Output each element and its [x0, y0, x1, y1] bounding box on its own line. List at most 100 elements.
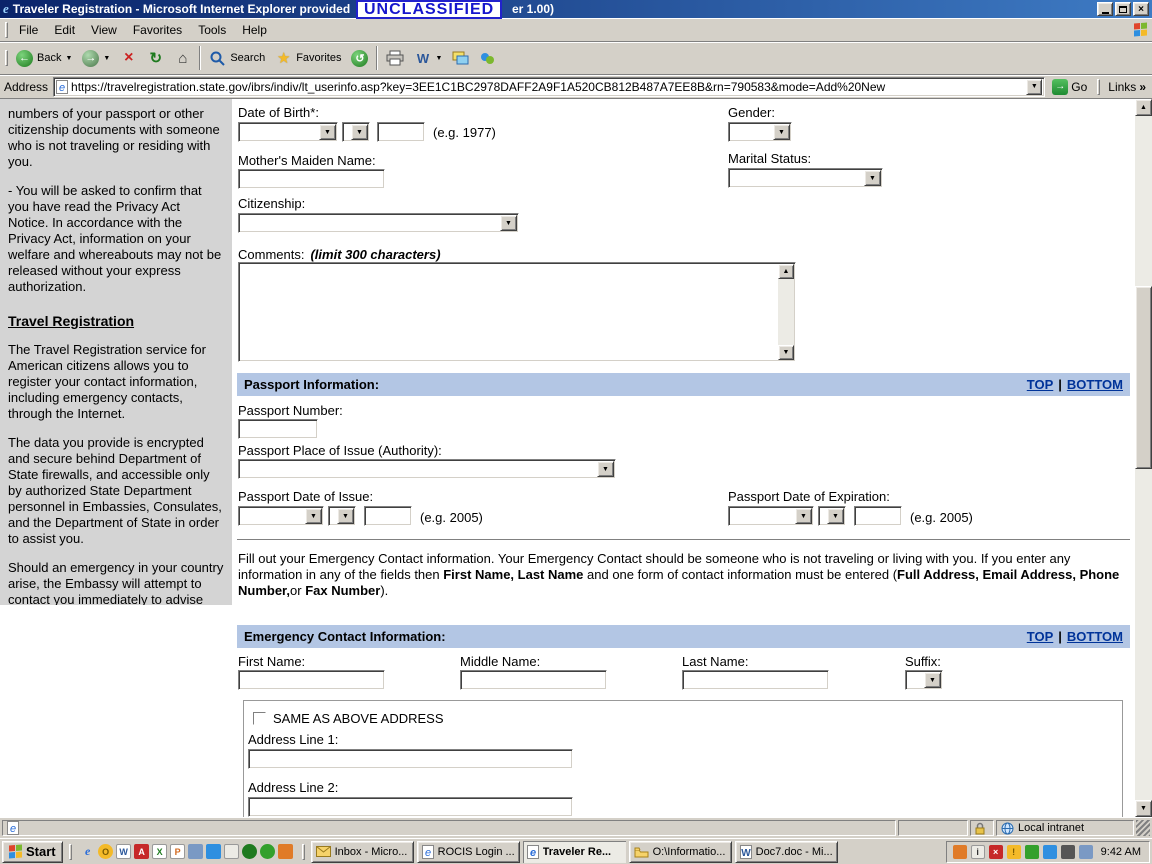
address-dropdown-button[interactable]: ▼ — [1026, 79, 1042, 95]
task-button-traveler[interactable]: e Traveler Re... — [523, 841, 626, 863]
back-button[interactable]: ← Back ▼ — [11, 44, 77, 73]
minimize-button[interactable] — [1097, 2, 1113, 16]
menu-tools[interactable]: Tools — [190, 20, 234, 40]
address-field[interactable]: e https://travelregistration.state.gov/i… — [53, 77, 1045, 97]
textarea-scrollbar[interactable]: ▲ ▼ — [778, 264, 794, 360]
tray-new-mail-icon[interactable] — [953, 845, 967, 859]
edit-with-word-button[interactable]: W ▼ — [409, 44, 447, 73]
scrollbar-track[interactable] — [1135, 116, 1152, 800]
dob-day-select[interactable]: ▼ — [342, 122, 370, 142]
intro-bold: Fax Number — [305, 583, 380, 598]
discuss-button[interactable] — [447, 44, 474, 73]
history-button[interactable]: ↺ — [346, 44, 373, 73]
page-scrollbar[interactable]: ▲ ▼ — [1135, 99, 1152, 817]
show-desktop-icon[interactable] — [188, 844, 204, 860]
resize-grip[interactable] — [1136, 820, 1150, 836]
taskbar-grip[interactable] — [69, 844, 72, 860]
passport-expiration-day-select[interactable]: ▼ — [818, 506, 846, 526]
chevron-down-icon[interactable]: ▼ — [435, 55, 442, 62]
passport-expiration-year-input[interactable] — [854, 506, 902, 526]
scroll-up-button[interactable]: ▲ — [778, 264, 794, 279]
tray-network-icon[interactable] — [1025, 845, 1039, 859]
dob-month-select[interactable]: ▼ — [238, 122, 338, 142]
scrollbar-thumb[interactable] — [1135, 286, 1152, 469]
passport-number-input[interactable] — [238, 419, 318, 439]
messenger-button[interactable] — [474, 44, 501, 73]
tray-info-icon[interactable]: i — [971, 845, 985, 859]
last-name-input[interactable] — [682, 670, 829, 690]
menu-help[interactable]: Help — [234, 20, 275, 40]
address-line1-input[interactable] — [248, 749, 573, 769]
maximize-button[interactable] — [1115, 2, 1131, 16]
calendar-icon[interactable] — [206, 844, 222, 860]
scrollbar-track[interactable] — [778, 279, 794, 345]
passport-issue-day-select[interactable]: ▼ — [328, 506, 356, 526]
internet-explorer-icon[interactable]: e — [80, 844, 96, 860]
same-as-above-checkbox[interactable] — [253, 712, 266, 725]
outlook-icon[interactable]: O — [98, 844, 114, 860]
powerpoint-icon[interactable]: P — [170, 844, 186, 860]
notepad-icon[interactable] — [224, 844, 240, 860]
start-button[interactable]: Start — [2, 841, 63, 863]
task-button-doc7[interactable]: W Doc7.doc - Mi... — [735, 841, 838, 863]
menu-file[interactable]: File — [11, 20, 46, 40]
refresh-button[interactable]: ↻ — [142, 44, 169, 73]
passport-issue-year-input[interactable] — [364, 506, 412, 526]
taskbar-grip[interactable] — [302, 844, 305, 860]
favorites-button[interactable]: ★ Favorites — [270, 44, 346, 73]
acrobat-icon[interactable]: A — [134, 844, 150, 860]
menu-favorites[interactable]: Favorites — [125, 20, 190, 40]
links-button[interactable]: Links » — [1108, 80, 1148, 94]
chevron-down-icon[interactable]: ▼ — [65, 55, 72, 62]
scroll-up-button[interactable]: ▲ — [1135, 99, 1152, 116]
toolbar-grip[interactable] — [5, 22, 8, 38]
sidebar-paragraph: The data you provide is encrypted and se… — [8, 435, 224, 547]
home-button[interactable]: ⌂ — [169, 44, 196, 73]
messenger-icon[interactable] — [260, 844, 276, 860]
dob-year-input[interactable] — [377, 122, 425, 142]
task-button-inbox[interactable]: Inbox - Micro... — [311, 841, 414, 863]
tray-volume-icon[interactable] — [1079, 845, 1093, 859]
go-button[interactable]: → Go — [1050, 79, 1089, 95]
word-icon[interactable]: W — [116, 844, 132, 860]
excel-icon[interactable]: X — [152, 844, 168, 860]
middle-name-input[interactable] — [460, 670, 607, 690]
marital-status-select[interactable]: ▼ — [728, 168, 883, 188]
middle-name-label: Middle Name: — [460, 654, 540, 669]
print-button[interactable] — [381, 44, 409, 73]
address-line2-input[interactable] — [248, 797, 573, 817]
address-url[interactable]: https://travelregistration.state.gov/ibr… — [71, 80, 1023, 94]
scroll-down-button[interactable]: ▼ — [778, 345, 794, 360]
toolbar-grip[interactable] — [5, 50, 8, 66]
suffix-select[interactable]: ▼ — [905, 670, 943, 690]
tray-messenger-icon[interactable] — [1043, 845, 1057, 859]
menu-view[interactable]: View — [83, 20, 125, 40]
forward-button[interactable]: → ▼ — [77, 44, 115, 73]
tray-remove-hardware-icon[interactable]: × — [989, 845, 1003, 859]
task-button-folder[interactable]: O:\Informatio... — [629, 841, 732, 863]
passport-issue-month-select[interactable]: ▼ — [238, 506, 324, 526]
passport-expiration-month-select[interactable]: ▼ — [728, 506, 814, 526]
tray-antivirus-icon[interactable]: ! — [1007, 845, 1021, 859]
chevron-down-icon[interactable]: ▼ — [103, 55, 110, 62]
close-button[interactable]: × — [1133, 2, 1149, 16]
top-link[interactable]: TOP — [1027, 377, 1054, 392]
links-grip[interactable] — [1097, 79, 1100, 95]
mothers-maiden-name-input[interactable] — [238, 169, 385, 189]
stop-button[interactable]: × — [115, 44, 142, 73]
bottom-link[interactable]: BOTTOM — [1067, 629, 1123, 644]
comments-textarea[interactable]: ▲ ▼ — [238, 262, 796, 362]
citizenship-select[interactable]: ▼ — [238, 213, 519, 233]
menu-edit[interactable]: Edit — [46, 20, 83, 40]
bottom-link[interactable]: BOTTOM — [1067, 377, 1123, 392]
tv-viewer-icon[interactable] — [278, 844, 294, 860]
tray-display-icon[interactable] — [1061, 845, 1075, 859]
top-link[interactable]: TOP — [1027, 629, 1054, 644]
first-name-input[interactable] — [238, 670, 385, 690]
passport-place-select[interactable]: ▼ — [238, 459, 616, 479]
gender-select[interactable]: ▼ — [728, 122, 792, 142]
task-button-rocis[interactable]: e ROCIS Login ... — [417, 841, 520, 863]
media-player-icon[interactable] — [242, 844, 258, 860]
search-button[interactable]: Search — [204, 44, 270, 73]
scroll-down-button[interactable]: ▼ — [1135, 800, 1152, 817]
